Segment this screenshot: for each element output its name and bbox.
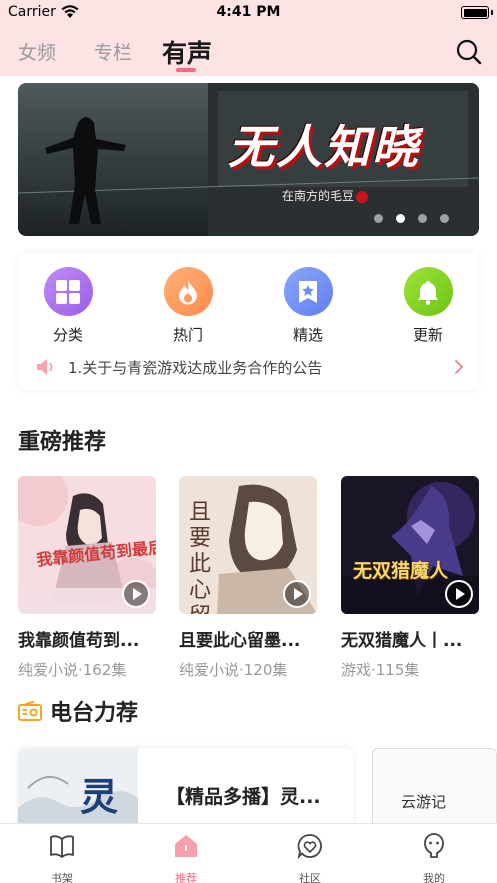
book-title: 我靠颜值苟到...	[18, 631, 140, 651]
radio-card-title: 【精品多播】灵...	[166, 786, 321, 808]
category-label: 热门	[172, 326, 203, 344]
book-card[interactable]: 无双猎魔人 无双猎魔人丨... 游戏·115集	[341, 476, 479, 680]
speaker-icon	[37, 359, 53, 375]
radio-icon	[18, 701, 42, 721]
grid-icon	[43, 267, 93, 316]
announcement-bar[interactable]: 1.关于与青瓷游戏达成业务合作的公告	[36, 356, 465, 378]
tab-mine[interactable]: 我的	[394, 832, 474, 883]
tab-label: 推荐	[175, 872, 197, 883]
bottom-tab-bar: 书架 推荐 社区 我的	[0, 823, 497, 883]
carousel-dot[interactable]	[374, 214, 383, 223]
book-title: 且要此心留墨...	[179, 631, 301, 651]
flame-icon	[163, 267, 213, 316]
play-icon[interactable]	[445, 580, 473, 608]
carousel-dot[interactable]	[418, 214, 427, 223]
category-label: 精选	[292, 326, 323, 344]
featured-section-title: 重磅推荐	[18, 430, 107, 455]
banner-title: 无人知晓	[228, 120, 420, 174]
battery-icon	[461, 6, 493, 19]
author-seal-icon	[356, 190, 369, 203]
play-icon[interactable]	[122, 580, 150, 608]
carousel-dot-active[interactable]	[396, 214, 405, 223]
home-icon	[175, 835, 197, 857]
active-tab-indicator	[176, 68, 196, 72]
category-hot[interactable]: 热门	[148, 267, 228, 345]
bookmark-star-icon	[283, 267, 333, 316]
top-nav: 女频 专栏 有声	[0, 26, 497, 76]
announcement-text: 1.关于与青瓷游戏达成业务合作的公告	[68, 359, 323, 377]
carousel-dot[interactable]	[440, 214, 449, 223]
book-meta: 纯爱小说·120集	[179, 661, 288, 679]
tab-column[interactable]: 专栏	[94, 38, 132, 65]
tab-recommend[interactable]: 推荐	[146, 832, 226, 883]
promo-banner[interactable]: 无人知晓 在南方的毛豆	[18, 83, 479, 236]
clock: 4:41 PM	[216, 4, 281, 20]
book-icon	[50, 835, 74, 858]
book-cover[interactable]: 无双猎魔人	[341, 476, 479, 614]
search-icon[interactable]	[455, 38, 483, 66]
category-label: 更新	[412, 326, 443, 344]
book-title: 无双猎魔人丨...	[341, 631, 463, 651]
cover-title: 无双猎魔人	[353, 560, 449, 582]
category-label: 分类	[52, 326, 83, 344]
book-cover[interactable]: 我靠颜值苟到最后	[18, 476, 156, 614]
thumbnail-calligraphy: 云游记	[401, 793, 447, 811]
category-featured[interactable]: 精选	[268, 267, 348, 345]
banner-author: 在南方的毛豆	[282, 187, 369, 204]
cover-title: 且要此心留墨白	[189, 500, 212, 614]
tab-bookshelf[interactable]: 书架	[22, 832, 102, 883]
book-meta: 游戏·115集	[341, 661, 420, 679]
radio-section-title: 电台力荐	[50, 701, 139, 726]
book-meta: 纯爱小说·162集	[18, 661, 127, 679]
book-cover[interactable]: 且要此心留墨白	[179, 476, 317, 614]
bell-icon	[403, 267, 453, 316]
category-card: 分类 热门 精选 更新 1.关于与青瓷游戏达成业务合作的公告	[18, 253, 479, 390]
thumbnail-calligraphy: 灵	[80, 774, 119, 819]
carousel-dots[interactable]	[374, 214, 449, 223]
tab-female[interactable]: 女频	[18, 38, 56, 65]
tab-label: 书架	[51, 872, 73, 883]
chevron-right-icon[interactable]	[453, 359, 465, 375]
category-update[interactable]: 更新	[388, 267, 468, 345]
heart-chat-icon	[297, 834, 322, 860]
status-bar: Carrier 4:41 PM	[0, 0, 497, 26]
tab-label: 社区	[299, 872, 321, 883]
book-card[interactable]: 且要此心留墨白 且要此心留墨... 纯爱小说·120集	[179, 476, 317, 680]
category-classify[interactable]: 分类	[28, 267, 108, 345]
book-card[interactable]: 我靠颜值苟到最后 我靠颜值苟到... 纯爱小说·162集	[18, 476, 156, 680]
play-icon[interactable]	[283, 580, 311, 608]
tab-label: 我的	[423, 872, 445, 883]
tab-audio[interactable]: 有声	[162, 34, 212, 70]
profile-icon	[424, 833, 444, 858]
tab-community[interactable]: 社区	[270, 832, 350, 883]
